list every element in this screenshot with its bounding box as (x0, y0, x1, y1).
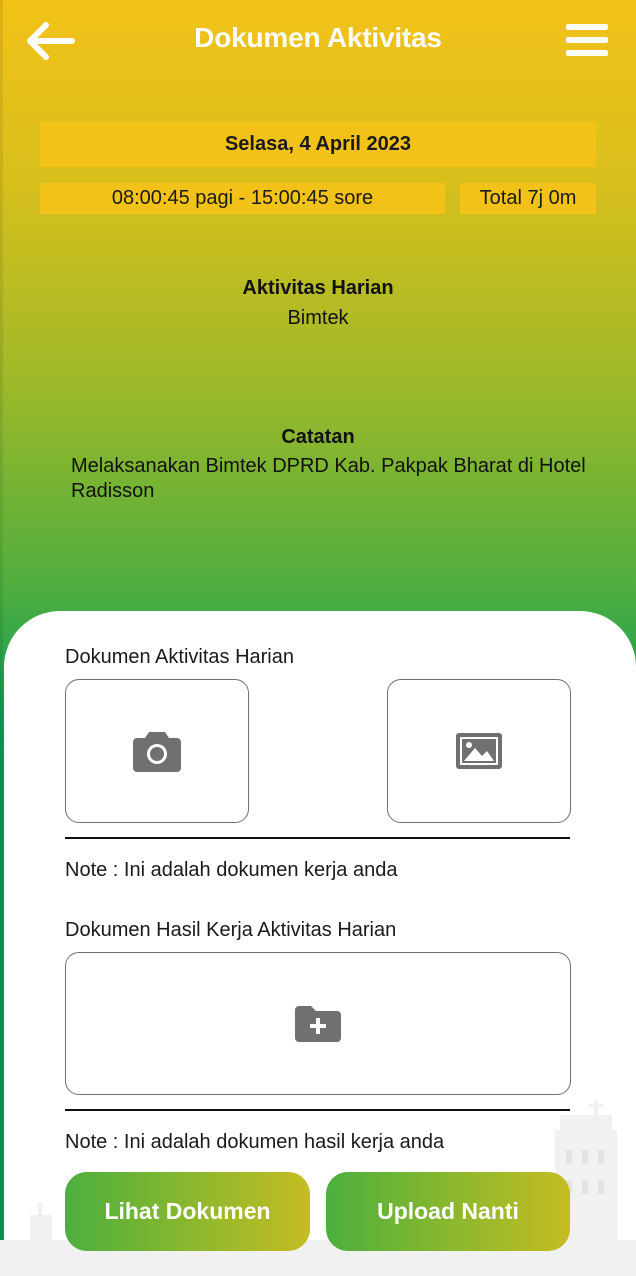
edge-shadow (0, 0, 3, 1276)
result-document-upload-button[interactable] (65, 952, 571, 1095)
camera-icon (133, 732, 181, 772)
hamburger-menu-icon (566, 24, 608, 56)
divider-line (65, 1109, 570, 1111)
date-label: Selasa, 4 April 2023 (40, 122, 596, 167)
activity-documents-note: Note : Ini adalah dokumen kerja anda (65, 859, 398, 881)
folder-add-icon (295, 1005, 341, 1042)
top-app-bar: Dokumen Aktivitas (0, 0, 636, 84)
activity-heading: Aktivitas Harian (242, 277, 394, 299)
image-icon (456, 733, 502, 769)
activity-documents-title: Dokumen Aktivitas Harian (65, 646, 294, 668)
result-documents-title: Dokumen Hasil Kerja Aktivitas Harian (65, 919, 397, 941)
page-title: Dokumen Aktivitas (194, 22, 442, 53)
total-duration-label: Total 7j 0m (460, 183, 596, 214)
divider-line (65, 837, 570, 839)
menu-button[interactable] (562, 20, 612, 60)
time-range-label: 08:00:45 pagi - 15:00:45 sore (40, 183, 445, 214)
gallery-upload-button[interactable] (387, 679, 571, 823)
camera-upload-button[interactable] (65, 679, 249, 823)
view-documents-button[interactable]: Lihat Dokumen (65, 1172, 310, 1251)
activity-value: Bimtek (287, 307, 349, 329)
notes-value: Melaksanakan Bimtek DPRD Kab. Pakpak Bha… (71, 455, 586, 502)
result-documents-note: Note : Ini adalah dokumen hasil kerja an… (65, 1131, 445, 1153)
notes-heading: Catatan (281, 426, 355, 448)
upload-later-button[interactable]: Upload Nanti (326, 1172, 570, 1251)
app-screen: Dokumen Aktivitas Selasa, 4 April 2023 0… (0, 0, 636, 1276)
